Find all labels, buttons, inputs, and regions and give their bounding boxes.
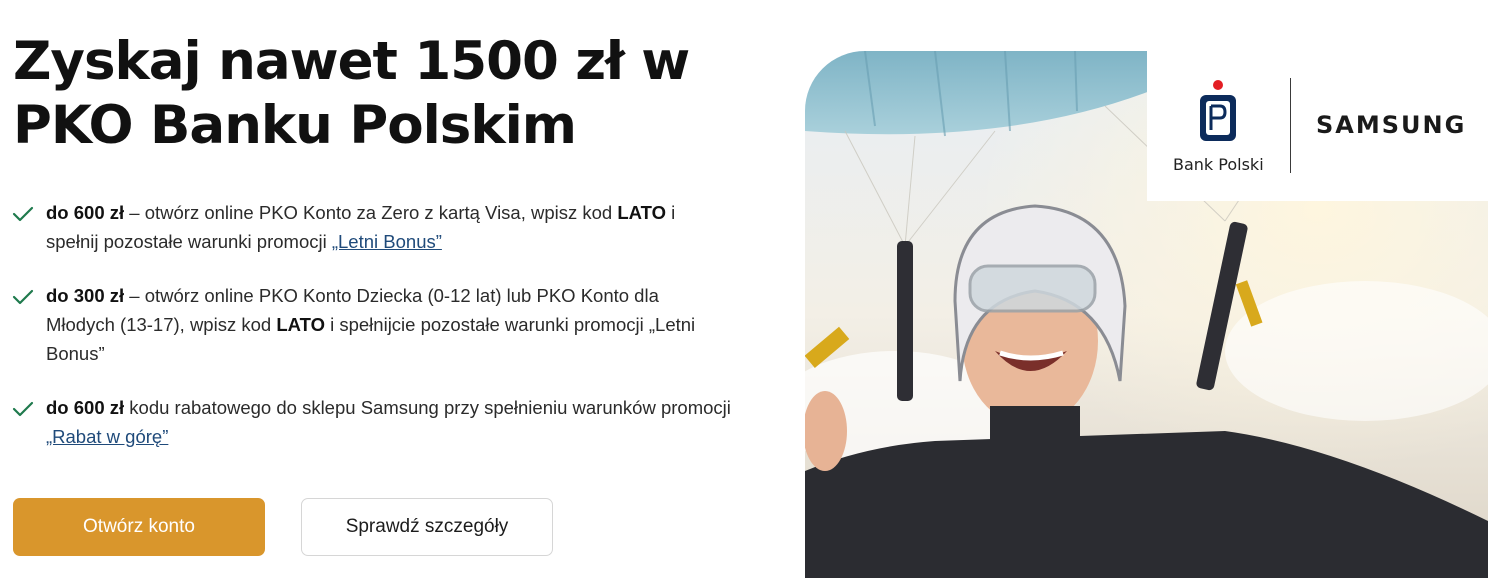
logo-divider (1290, 78, 1291, 173)
benefit-amount: do 600 zł (46, 397, 125, 418)
check-details-button[interactable]: Sprawdź szczegóły (301, 498, 553, 556)
title-line-2: PKO Banku Polskim (13, 95, 577, 156)
page-title: Zyskaj nawet 1500 zł w PKO Banku Polskim (13, 30, 773, 158)
benefit-item: do 300 zł – otwórz online PKO Konto Dzie… (12, 281, 732, 368)
letni-bonus-link[interactable]: „Letni Bonus” (332, 231, 442, 252)
benefit-text: – otwórz online PKO Konto za Zero z kart… (124, 202, 618, 223)
open-account-button[interactable]: Otwórz konto (13, 498, 265, 556)
check-icon (12, 206, 34, 222)
pko-caption: Bank Polski (1173, 155, 1264, 174)
benefit-amount: do 600 zł (46, 202, 125, 223)
benefit-item: do 600 zł – otwórz online PKO Konto za Z… (12, 198, 732, 256)
benefits-list: do 600 zł – otwórz online PKO Konto za Z… (12, 198, 732, 451)
title-line-1: Zyskaj nawet 1500 zł w (13, 31, 690, 92)
partner-logos: Bank Polski SAMSUNG (1147, 51, 1488, 201)
samsung-logo: SAMSUNG (1316, 111, 1467, 139)
rabat-w-gore-link[interactable]: „Rabat w górę” (46, 426, 168, 447)
benefit-text: kodu rabatowego do sklepu Samsung przy s… (124, 397, 731, 418)
promo-code: LATO (617, 202, 667, 223)
promo-code: LATO (276, 314, 325, 335)
benefit-item: do 600 zł kodu rabatowego do sklepu Sams… (12, 393, 732, 451)
benefit-amount: do 300 zł (46, 285, 125, 306)
pko-logo-icon (1200, 80, 1236, 141)
check-icon (12, 289, 34, 305)
check-icon (12, 401, 34, 417)
promo-page: Zyskaj nawet 1500 zł w PKO Banku Polskim… (0, 0, 1488, 578)
